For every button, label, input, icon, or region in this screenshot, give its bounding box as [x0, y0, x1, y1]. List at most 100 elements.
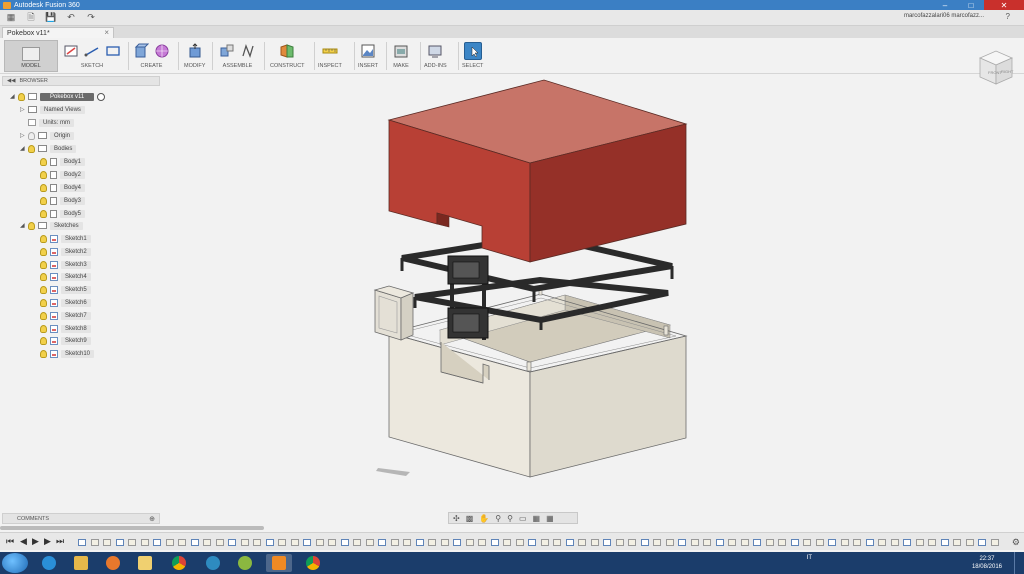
- collapse-icon[interactable]: ◢: [20, 145, 28, 152]
- create-group-label[interactable]: CREATE: [141, 63, 163, 69]
- visibility-bulb-icon[interactable]: [40, 183, 47, 192]
- timeline-feature-icon[interactable]: [853, 539, 861, 546]
- taskbar-app-icon[interactable]: [232, 554, 258, 572]
- timeline-feature-icon[interactable]: [965, 539, 974, 546]
- tree-item-units[interactable]: Units: mm: [28, 117, 74, 128]
- tree-item-sketch[interactable]: Sketch2: [40, 246, 91, 257]
- tree-item-body[interactable]: Body3: [40, 195, 86, 206]
- redo-icon[interactable]: ↷: [84, 12, 98, 24]
- base-body[interactable]: [387, 288, 688, 478]
- visibility-bulb-icon[interactable]: [40, 247, 47, 256]
- timeline-feature-icon[interactable]: [390, 539, 399, 546]
- tree-item-sketch[interactable]: Sketch6: [40, 297, 91, 308]
- workspace-switcher[interactable]: MODEL: [4, 40, 58, 72]
- timeline-feature-icon[interactable]: [715, 539, 724, 546]
- system-clock[interactable]: 22:37 18/08/2016: [972, 555, 1002, 571]
- timeline-feature-icon[interactable]: [228, 539, 236, 546]
- timeline-feature-icon[interactable]: [190, 539, 199, 546]
- timeline-feature-icon[interactable]: [653, 539, 661, 546]
- timeline-feature-icon[interactable]: [328, 539, 336, 546]
- taskbar-ie-icon[interactable]: [36, 554, 62, 572]
- timeline-feature-icon[interactable]: [340, 539, 349, 546]
- select-cursor-icon[interactable]: [463, 42, 482, 60]
- tree-item-body[interactable]: Body2: [40, 169, 86, 180]
- new-component-icon[interactable]: [218, 42, 236, 60]
- display-settings-icon[interactable]: ▭: [519, 514, 527, 523]
- orbit-icon[interactable]: ✣: [453, 514, 460, 523]
- timeline-feature-icon[interactable]: [553, 539, 561, 546]
- tree-item-body[interactable]: Body5: [40, 208, 86, 219]
- timeline-feature-icon[interactable]: [640, 539, 649, 546]
- comments-panel[interactable]: COMMENTS ⊕: [2, 513, 160, 524]
- timeline-feature-icon[interactable]: [153, 539, 161, 546]
- timeline-feature-icon[interactable]: [628, 539, 636, 546]
- timeline-feature-icon[interactable]: [565, 539, 574, 546]
- timeline-feature-icon[interactable]: [978, 539, 986, 546]
- timeline-feature-icon[interactable]: [728, 539, 736, 546]
- add-ins-group-label[interactable]: ADD-INS: [424, 63, 447, 69]
- timeline-feature-icon[interactable]: [128, 539, 136, 546]
- timeline-feature-icon[interactable]: [478, 539, 486, 546]
- tree-item-sketch[interactable]: Sketch9: [40, 335, 91, 346]
- timeline-feature-icon[interactable]: [990, 539, 999, 546]
- timeline-feature-icon[interactable]: [203, 539, 211, 546]
- tree-item-origin[interactable]: ▷ Origin: [20, 130, 75, 141]
- timeline-feature-icon[interactable]: [803, 539, 811, 546]
- visibility-bulb-icon[interactable]: [40, 209, 47, 218]
- modify-group-label[interactable]: MODIFY: [184, 63, 205, 69]
- timeline-feature-icon[interactable]: [665, 539, 674, 546]
- tree-item-sketches[interactable]: ◢ Sketches: [20, 220, 83, 231]
- document-tab[interactable]: Pokebox v11* ×: [2, 27, 114, 38]
- close-button[interactable]: ✕: [984, 0, 1024, 10]
- start-button[interactable]: [2, 553, 28, 573]
- tree-root[interactable]: ◢ Pokebox v11: [10, 91, 106, 102]
- browser-header[interactable]: ◀◀ BROWSER: [2, 76, 160, 86]
- press-pull-icon[interactable]: [186, 42, 204, 60]
- timeline-feature-icon[interactable]: [903, 539, 911, 546]
- timeline-feature-icon[interactable]: [378, 539, 386, 546]
- taskbar-firefox-icon[interactable]: [100, 554, 126, 572]
- timeline-feature-icon[interactable]: [940, 539, 949, 546]
- pan-icon[interactable]: ✋: [479, 514, 489, 523]
- save-icon[interactable]: 💾: [44, 12, 58, 24]
- create-sketch-icon[interactable]: [62, 42, 80, 60]
- timeline-feature-icon[interactable]: [528, 539, 536, 546]
- timeline-feature-icon[interactable]: [490, 539, 499, 546]
- timeline-feature-icon[interactable]: [915, 539, 924, 546]
- timeline-feature-icon[interactable]: [315, 539, 324, 546]
- visibility-bulb-icon[interactable]: [18, 92, 25, 101]
- timeline-feature-icon[interactable]: [690, 539, 699, 546]
- tree-item-sketch[interactable]: Sketch3: [40, 259, 91, 270]
- make-group-label[interactable]: MAKE: [393, 63, 409, 69]
- construct-group-label[interactable]: CONSTRUCT: [270, 63, 305, 69]
- fit-icon[interactable]: ⚲: [507, 514, 513, 523]
- timeline-feature-icon[interactable]: [240, 539, 249, 546]
- user-account[interactable]: marcofazzalari06 marcofazz...: [904, 13, 984, 19]
- visibility-bulb-icon[interactable]: [40, 157, 47, 166]
- undo-icon[interactable]: ↶: [64, 12, 78, 24]
- timeline-feature-icon[interactable]: [890, 539, 899, 546]
- timeline-feature-icon[interactable]: [865, 539, 874, 546]
- timeline-feature-icon[interactable]: [303, 539, 311, 546]
- visibility-bulb-icon[interactable]: [28, 144, 35, 153]
- sketch-group-label[interactable]: SKETCH: [81, 63, 103, 69]
- data-panel-grid-icon[interactable]: ▦: [4, 12, 18, 24]
- visibility-bulb-icon[interactable]: [40, 260, 47, 269]
- timeline-next-icon[interactable]: ▶: [44, 536, 51, 547]
- timeline-feature-icon[interactable]: [415, 539, 424, 546]
- collapse-browser-icon[interactable]: ◀◀: [7, 78, 15, 84]
- timeline-feature-icon[interactable]: [840, 539, 849, 546]
- viewcube[interactable]: FRONT RIGHT: [974, 46, 1018, 88]
- taskbar-fusion360-icon[interactable]: [266, 554, 292, 572]
- side-panel-body[interactable]: [373, 285, 415, 341]
- visibility-bulb-icon[interactable]: [28, 131, 35, 140]
- collapse-icon[interactable]: ◢: [10, 93, 18, 100]
- timeline-feature-icon[interactable]: [615, 539, 624, 546]
- extrude-icon[interactable]: [132, 42, 150, 60]
- timeline-feature-icon[interactable]: [778, 539, 786, 546]
- expand-icon[interactable]: ▷: [20, 106, 28, 113]
- insert-group-label[interactable]: INSERT: [358, 63, 378, 69]
- help-icon[interactable]: ?: [1006, 12, 1010, 21]
- add-comment-icon[interactable]: ⊕: [149, 515, 155, 523]
- measure-icon[interactable]: [321, 42, 339, 60]
